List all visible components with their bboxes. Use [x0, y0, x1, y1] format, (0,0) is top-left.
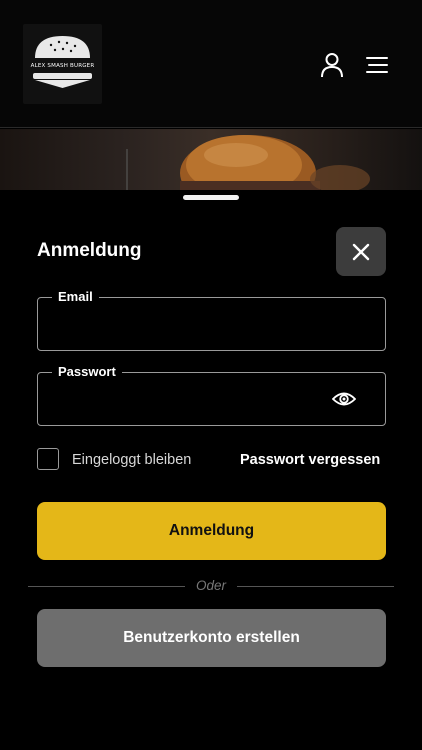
- password-input[interactable]: [52, 387, 332, 411]
- login-sheet: Anmeldung Email Passwort Eingeloggt blei…: [0, 190, 422, 750]
- show-password-icon[interactable]: [332, 389, 356, 409]
- email-label: Email: [52, 289, 99, 304]
- close-button[interactable]: [336, 227, 386, 276]
- create-account-label: Benutzerkonto erstellen: [123, 629, 300, 646]
- hero-image: [0, 129, 422, 191]
- login-button[interactable]: Anmeldung: [37, 502, 386, 560]
- remember-label[interactable]: Eingeloggt bleiben: [72, 452, 191, 468]
- burger-photo-icon: [126, 135, 370, 191]
- password-label: Passwort: [52, 364, 122, 379]
- login-button-label: Anmeldung: [168, 522, 255, 539]
- divider-line-left: [28, 586, 185, 587]
- close-icon: [352, 243, 370, 261]
- brand-logo[interactable]: ALEX SMASH BURGER: [23, 24, 102, 104]
- forgot-password-link[interactable]: Passwort vergessen: [240, 452, 380, 468]
- logo-text: ALEX SMASH BURGER: [30, 63, 95, 69]
- divider-label: Oder: [195, 578, 226, 593]
- create-account-button[interactable]: Benutzerkonto erstellen: [37, 609, 386, 667]
- email-field[interactable]: Email: [37, 289, 386, 351]
- menu-icon[interactable]: [365, 52, 391, 78]
- user-icon[interactable]: [319, 52, 345, 78]
- remember-checkbox[interactable]: [37, 448, 59, 470]
- email-input[interactable]: [52, 312, 332, 336]
- password-field[interactable]: Passwort: [37, 364, 386, 426]
- page-title: Anmeldung: [37, 240, 142, 261]
- divider-line-right: [237, 586, 394, 587]
- app-header: ALEX SMASH BURGER: [0, 0, 422, 128]
- sheet-grab-handle[interactable]: [183, 195, 239, 200]
